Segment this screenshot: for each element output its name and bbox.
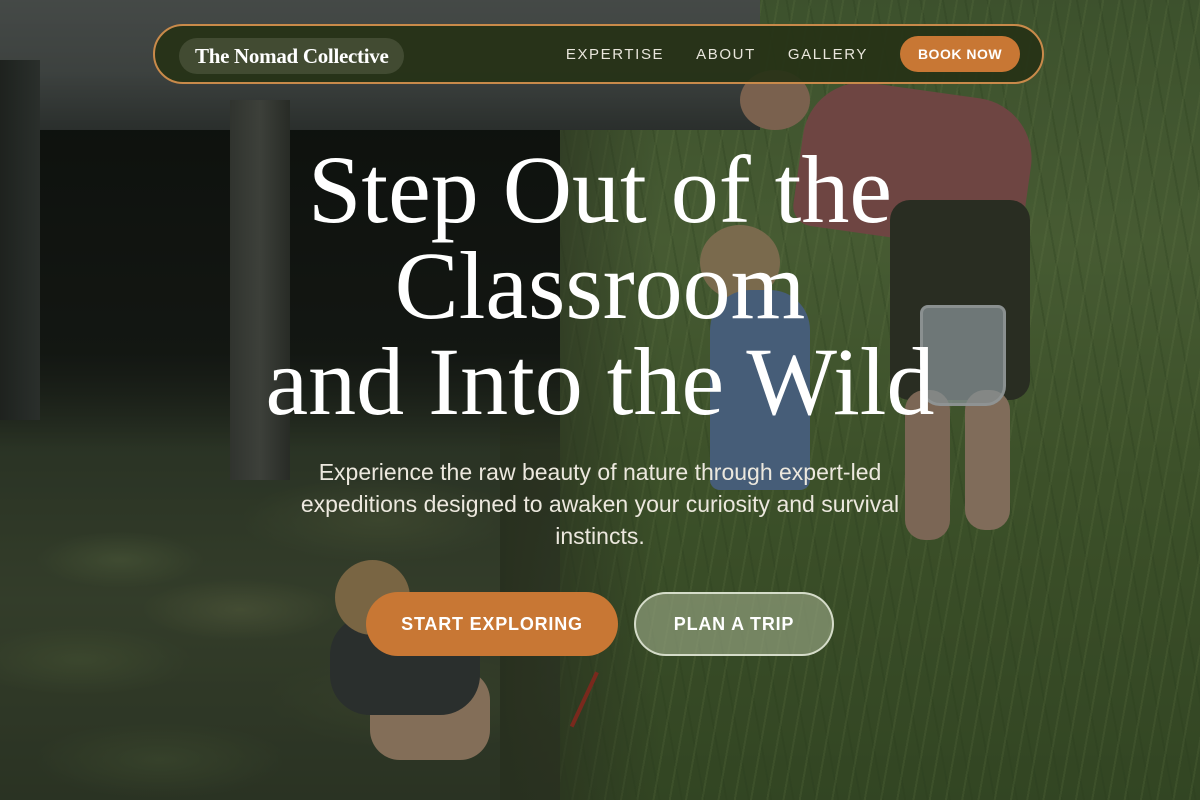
start-exploring-button[interactable]: START EXPLORING <box>366 592 618 656</box>
hero-title: Step Out of the Classroom and Into the W… <box>200 142 1000 430</box>
nav-link-expertise[interactable]: EXPERTISE <box>566 46 664 63</box>
plan-a-trip-button[interactable]: PLAN A TRIP <box>634 592 834 656</box>
hero-title-line: Step Out of the <box>308 136 892 243</box>
hero-subtitle: Experience the raw beauty of nature thro… <box>300 459 900 549</box>
hero-title-line: Classroom <box>394 232 806 339</box>
navbar: The Nomad Collective EXPERTISE ABOUT GAL… <box>153 24 1044 84</box>
brand-name: The Nomad Collective <box>195 43 389 68</box>
hero-title-line: and Into the Wild <box>265 328 935 435</box>
nav-link-about[interactable]: ABOUT <box>696 46 756 63</box>
nav-links: EXPERTISE ABOUT GALLERY BOOK NOW <box>566 26 1020 82</box>
book-now-button[interactable]: BOOK NOW <box>900 36 1020 72</box>
brand-logo[interactable]: The Nomad Collective <box>179 38 405 74</box>
nav-link-gallery[interactable]: GALLERY <box>788 46 868 63</box>
